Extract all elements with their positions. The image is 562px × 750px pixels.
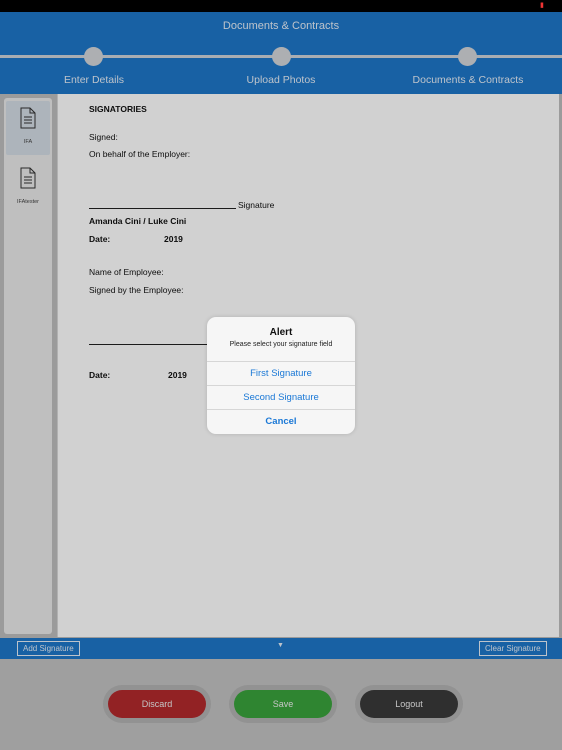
document-heading: SIGNATORIES	[89, 104, 147, 114]
logout-button[interactable]: Logout	[360, 690, 458, 718]
step-3-label[interactable]: Documents & Contracts	[388, 74, 548, 86]
battery-icon: ▮	[540, 2, 544, 9]
signed-by-employee-label: Signed by the Employee:	[89, 285, 184, 295]
date-year-1: 2019	[164, 234, 183, 244]
step-1-label[interactable]: Enter Details	[14, 74, 174, 86]
add-signature-button[interactable]: Add Signature	[17, 641, 80, 656]
step-2-dot[interactable]	[272, 47, 291, 66]
document-icon	[20, 107, 36, 129]
discard-button-frame: Discard	[103, 685, 211, 723]
signature-label: Signature	[238, 200, 275, 210]
step-1-dot[interactable]	[84, 47, 103, 66]
date-label-1: Date:	[89, 234, 111, 244]
date-label-2: Date:	[89, 370, 111, 380]
discard-button[interactable]: Discard	[108, 690, 206, 718]
signature-toolbar: Add Signature ▼ Clear Signature	[0, 638, 562, 659]
employer-signature-line[interactable]	[89, 208, 236, 209]
step-3-dot[interactable]	[458, 47, 477, 66]
date-year-2: 2019	[168, 370, 187, 380]
save-button[interactable]: Save	[234, 690, 332, 718]
page-title: Documents & Contracts	[222, 20, 340, 32]
alert-title: Alert	[269, 327, 293, 338]
step-2-label[interactable]: Upload Photos	[201, 74, 361, 86]
second-signature-button[interactable]: Second Signature	[207, 385, 355, 409]
signed-label: Signed:	[89, 132, 118, 142]
status-bar: ▮	[0, 0, 562, 12]
footer: Discard Save Logout	[0, 659, 562, 750]
on-behalf-label: On behalf of the Employer:	[89, 149, 191, 159]
document-icon	[20, 167, 36, 189]
clear-signature-button[interactable]: Clear Signature	[479, 641, 547, 656]
sidebar-item-label: IFAtester	[16, 199, 39, 205]
cancel-button[interactable]: Cancel	[207, 409, 355, 433]
employee-name-label: Name of Employee:	[89, 267, 164, 277]
document-sidebar: IFA IFAtester	[4, 98, 52, 634]
sidebar-item-ifa[interactable]: IFA	[6, 101, 50, 155]
save-button-frame: Save	[229, 685, 337, 723]
sidebar-item-ifatester[interactable]: IFAtester	[6, 161, 50, 215]
first-signature-button[interactable]: First Signature	[207, 361, 355, 385]
logout-button-frame: Logout	[355, 685, 463, 723]
alert-message: Please select your signature field	[229, 341, 333, 348]
sidebar-item-label: IFA	[23, 139, 33, 145]
header: Documents & Contracts Enter Details Uplo…	[0, 12, 562, 94]
chevron-down-icon[interactable]: ▼	[277, 642, 284, 649]
signature-alert-dialog: Alert Please select your signature field…	[207, 317, 355, 434]
employer-names: Amanda Cini / Luke Cini	[89, 216, 187, 226]
